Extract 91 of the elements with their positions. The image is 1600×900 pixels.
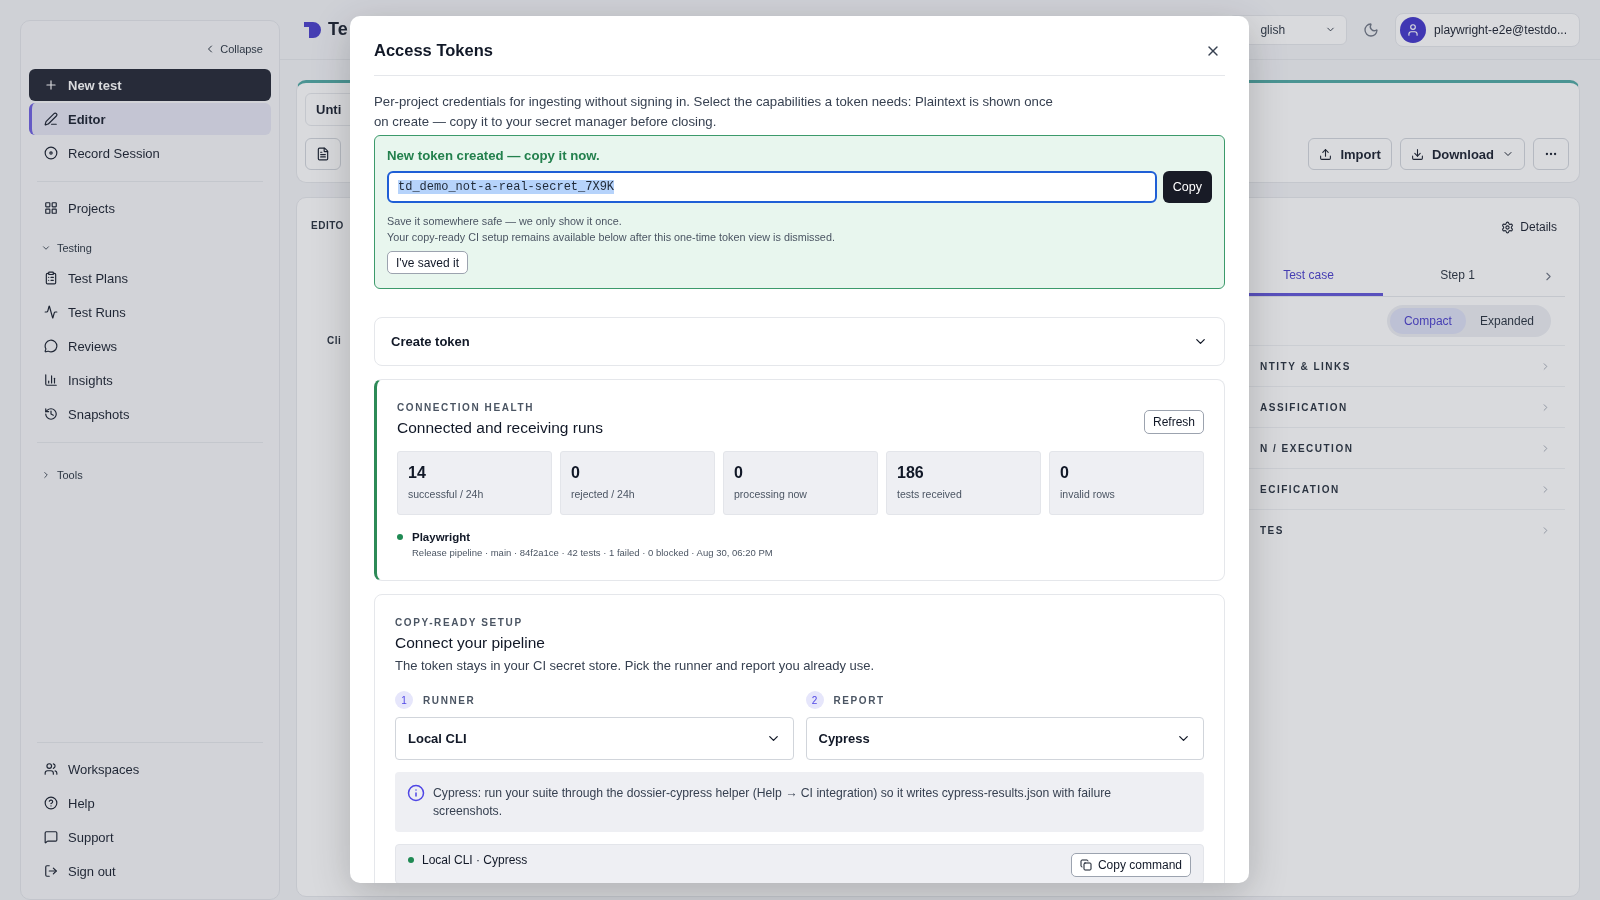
- sidebar-item[interactable]: Reviews: [29, 330, 271, 362]
- app-name: Te: [328, 19, 348, 40]
- stat-value: 0: [734, 464, 744, 482]
- source-name: Playwright: [412, 531, 472, 543]
- command-title: Local CLI · Cypress: [422, 853, 528, 867]
- stat-value: 14: [408, 464, 427, 482]
- step-number: 1: [395, 691, 413, 709]
- section-heading[interactable]: TES: [1260, 524, 1284, 536]
- sidebar-item[interactable]: Sign out: [29, 855, 271, 887]
- dialog-description: Per-project credentials for ingesting without signing in. Select the capabilities a token needs: Plaintext is shown once on create — copy it to your secret manager before closing.: [374, 93, 1054, 131]
- success-message: New token created — copy it now.: [387, 148, 601, 163]
- chevron-right-icon: [41, 470, 51, 480]
- nav-icon: [44, 830, 58, 844]
- stat-label: processing now: [734, 488, 808, 500]
- copy-command-button[interactable]: Copy command: [1070, 853, 1191, 877]
- nav-icon: [44, 796, 58, 810]
- step-number: 2: [805, 691, 824, 709]
- copy-button[interactable]: Copy: [1162, 171, 1212, 203]
- create-token-toggle[interactable]: Create token: [374, 317, 1225, 366]
- sidebar-item[interactable]: Editor: [29, 103, 271, 135]
- info-text: Cypress: run your suite through the dossier-cypress helper (Help → CI integration) so it writes cypress-results.json with failure screenshots.: [433, 785, 1113, 820]
- document-icon: [316, 147, 330, 161]
- settings-icon: [1501, 220, 1515, 234]
- section-label: CONNECTION HEALTH: [397, 402, 535, 413]
- nav-icon: [44, 407, 58, 421]
- nav-icon: [44, 78, 58, 92]
- sidebar-item[interactable]: Insights: [29, 364, 271, 396]
- stat-value: 0: [571, 464, 581, 482]
- panel-tab[interactable]: Step 1: [1383, 256, 1532, 296]
- saved-button[interactable]: I've saved it: [387, 251, 468, 274]
- nav-icon: [44, 762, 58, 776]
- token-field[interactable]: td_demo_not-a-real-secret_7X9K: [387, 171, 1157, 203]
- stat-label: rejected / 24h: [571, 488, 636, 500]
- setup-description: The token stays in your CI secret store. Pick the runner and report you already use.: [395, 658, 876, 673]
- sidebar-item[interactable]: Test Plans: [29, 262, 271, 294]
- sidebar-item[interactable]: Workspaces: [29, 753, 271, 785]
- nav-icon: [44, 305, 58, 319]
- sidebar-item[interactable]: Snapshots: [29, 398, 271, 430]
- view-option[interactable]: Expanded: [1465, 308, 1548, 334]
- section-label: COPY-READY SETUP: [395, 617, 524, 628]
- sidebar-section-toggle[interactable]: Tools: [29, 453, 271, 489]
- step-label: REPORT: [833, 694, 885, 706]
- download-icon: [1410, 147, 1424, 161]
- refresh-button[interactable]: Refresh: [1143, 410, 1204, 434]
- info-icon: [407, 784, 425, 802]
- nav-icon: [44, 201, 58, 215]
- section-heading[interactable]: N / EXECUTION: [1260, 442, 1354, 454]
- new-test-button[interactable]: New test: [29, 69, 271, 101]
- sidebar-item[interactable]: Help: [29, 787, 271, 819]
- section-heading[interactable]: ECIFICATION: [1260, 483, 1340, 495]
- stat-value: 0: [1060, 464, 1070, 482]
- view-option[interactable]: Compact: [1389, 308, 1466, 334]
- step-label: RUNNER: [423, 694, 476, 706]
- copy-icon: [1079, 859, 1092, 871]
- moon-icon[interactable]: [1363, 21, 1380, 38]
- nav-icon: [44, 271, 58, 285]
- section-heading[interactable]: ASSIFICATION: [1260, 401, 1348, 413]
- nav-icon: [44, 112, 58, 126]
- nav-icon: [44, 864, 58, 878]
- editor-hint: Cli: [327, 335, 342, 346]
- chevron-down-icon: [41, 243, 51, 253]
- source-meta: Release pipeline · main · 84f2a1ce · 42 tests · 1 failed · 0 blocked · Aug 30, 06:20 PM: [412, 547, 774, 558]
- collapse-button[interactable]: Collapse: [196, 31, 271, 69]
- select-field[interactable]: Cypress: [805, 717, 1204, 760]
- toolbar-button[interactable]: Import: [1308, 138, 1392, 170]
- user-menu[interactable]: playwright-e2e@testdo...: [1395, 12, 1580, 47]
- toolbar-button[interactable]: Download: [1399, 138, 1525, 170]
- section-heading[interactable]: NTITY & LINKS: [1260, 360, 1351, 372]
- avatar-icon: [1400, 16, 1427, 43]
- setup-title: Connect your pipeline: [395, 634, 546, 652]
- upload-icon: [1319, 147, 1333, 161]
- sidebar-item[interactable]: Test Runs: [29, 296, 271, 328]
- token-note: Your copy-ready CI setup remains available below after this one-time token view is dismissed.: [387, 230, 836, 245]
- token-note: Save it somewhere safe — we only show it once.: [387, 214, 623, 229]
- stat-label: invalid rows: [1060, 488, 1116, 500]
- dialog-title: Access Tokens: [374, 41, 493, 60]
- save-button[interactable]: [305, 138, 341, 170]
- stat-value: 186: [897, 464, 925, 482]
- sidebar-item[interactable]: Support: [29, 821, 271, 853]
- nav-icon: [44, 373, 58, 387]
- nav-icon: [44, 339, 58, 353]
- health-title: Connected and receiving runs: [397, 419, 603, 437]
- sidebar-section-toggle[interactable]: Testing: [29, 226, 271, 262]
- details-button[interactable]: Details: [1493, 210, 1565, 256]
- stat-label: tests received: [897, 488, 963, 500]
- nav-icon: [44, 146, 58, 160]
- sidebar-item[interactable]: Record Session: [29, 137, 271, 169]
- stat-label: successful / 24h: [408, 488, 485, 500]
- editor-label: EDITO: [311, 220, 344, 231]
- select-field[interactable]: Local CLI: [395, 717, 794, 760]
- sidebar-item[interactable]: Projects: [29, 192, 271, 224]
